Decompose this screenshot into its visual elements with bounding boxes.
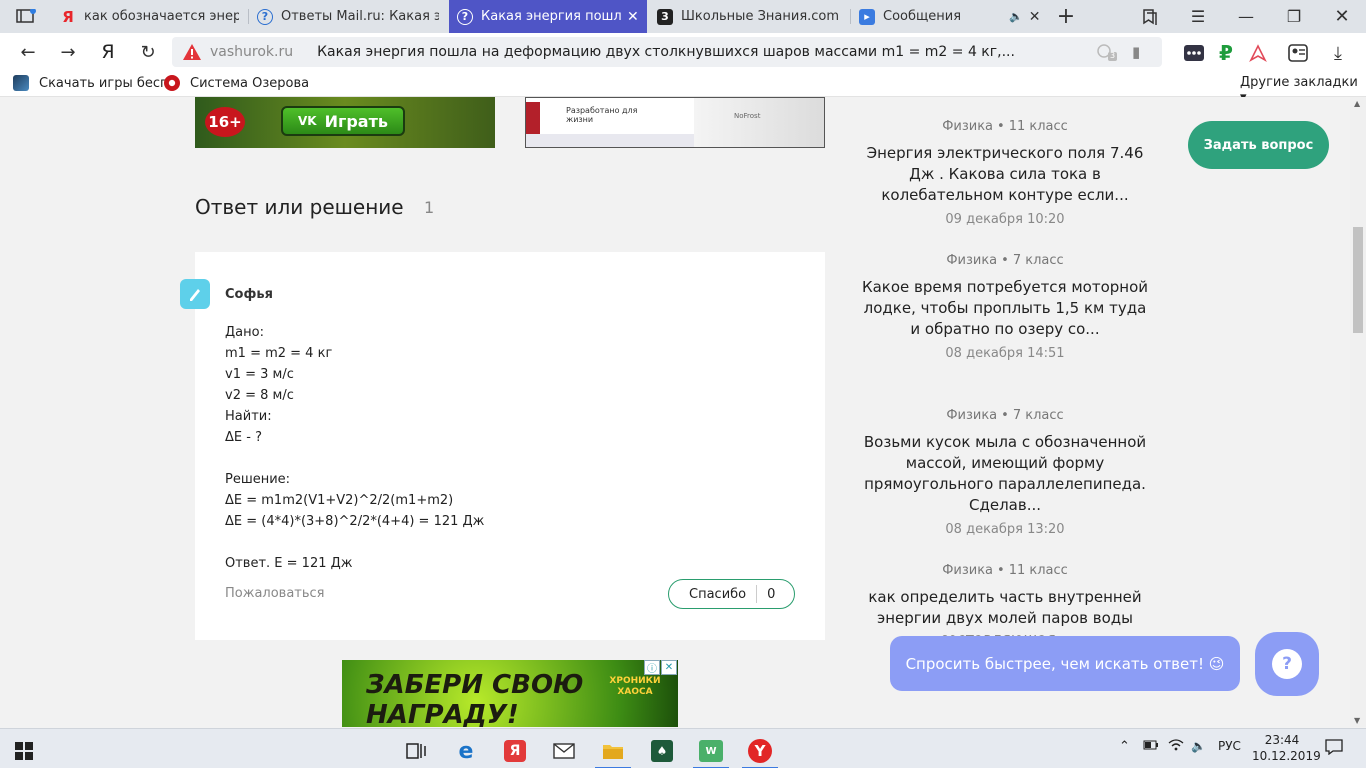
close-window-icon[interactable]: ✕ bbox=[1320, 0, 1364, 33]
notifications-icon[interactable] bbox=[1325, 739, 1343, 758]
chaos-chronicles-ad[interactable]: ЗАБЕРИ СВОЮ НАГРАДУ! ХРОНИКИ ХАОСА ⓘ ✕ bbox=[342, 660, 678, 727]
answer-author: Софья bbox=[225, 287, 273, 302]
menu-icon[interactable]: ☰ bbox=[1176, 0, 1220, 33]
solitaire-icon[interactable]: ♠ bbox=[640, 733, 684, 768]
bookmark-ozerov[interactable]: Система Озерова bbox=[164, 75, 309, 91]
language-indicator[interactable]: РУС bbox=[1218, 739, 1241, 753]
back-icon[interactable]: ← bbox=[16, 40, 40, 64]
messages-icon: ▸ bbox=[859, 8, 875, 25]
tab-znanija[interactable]: 3 Школьные Знания.com - Р bbox=[649, 0, 849, 33]
page-content: 16+ VK Играть Разработано для жизни NoFr… bbox=[0, 97, 1350, 727]
tab-current-question[interactable]: ? Какая энергия пошла на ✕ bbox=[449, 0, 647, 33]
tray-expand-icon[interactable]: ⌃ bbox=[1119, 739, 1130, 754]
bookmarks-bar: Скачать игры бесп Система Озерова Другие… bbox=[0, 71, 1366, 105]
tab-messages[interactable]: ▸ Сообщения 🔈 ✕ bbox=[851, 0, 1051, 33]
yandex-icon: Я bbox=[62, 7, 74, 26]
bosch-red-stripe bbox=[526, 102, 540, 134]
yandex-browser-icon[interactable]: Я bbox=[493, 733, 537, 768]
ask-faster-button[interactable]: Спросить быстрее, чем искать ответ! 😉 bbox=[890, 636, 1240, 691]
mail-icon[interactable] bbox=[542, 733, 586, 768]
vk-icon: VK bbox=[298, 114, 317, 128]
game-logo: ХРОНИКИ ХАОСА bbox=[609, 676, 661, 697]
related-question[interactable]: Физика • 11 класс как определить часть вну… bbox=[860, 563, 1150, 639]
question-icon: ? bbox=[1272, 649, 1302, 679]
question-icon: ? bbox=[457, 8, 473, 25]
extension-more-icon[interactable] bbox=[1182, 41, 1206, 65]
ozerov-bookmark-icon bbox=[164, 75, 180, 91]
edge-icon[interactable]: e bbox=[444, 733, 488, 768]
profile-extension-icon[interactable] bbox=[1286, 41, 1310, 65]
question-title[interactable]: Какое время потребуется моторной лодке, … bbox=[860, 277, 1150, 340]
question-title[interactable]: как определить часть внутренней энергии … bbox=[860, 587, 1150, 639]
thanks-count: 0 bbox=[767, 586, 776, 602]
sound-icon[interactable]: 🔈 bbox=[1009, 10, 1023, 23]
report-link[interactable]: Пожаловаться bbox=[225, 586, 325, 601]
thanks-button[interactable]: Спасибо 0 bbox=[668, 579, 795, 609]
url-field[interactable]: vashurok.ru Какая энергия пошла на дефор… bbox=[172, 37, 1162, 67]
answers-count: 1 bbox=[424, 198, 435, 217]
game-bookmark-icon bbox=[13, 75, 29, 91]
file-explorer-icon[interactable] bbox=[591, 733, 635, 768]
answer-card: Софья Дано: m1 = m2 = 4 кг v1 = 3 м/с v2… bbox=[180, 252, 825, 640]
game-ad-banner[interactable]: 16+ VK Играть bbox=[195, 97, 495, 148]
turbo-icon[interactable]: 3 bbox=[1096, 42, 1118, 62]
yandex-home-icon[interactable]: Я bbox=[96, 40, 120, 64]
tab-mail-answers[interactable]: ? Ответы Mail.ru: Какая энер bbox=[249, 0, 447, 33]
question-title[interactable]: Возьми кусок мыла с обозначенной массой,… bbox=[860, 432, 1150, 516]
age-rating-badge: 16+ bbox=[205, 107, 245, 137]
bookmark-icon[interactable]: ▮ bbox=[1132, 43, 1140, 61]
scroll-up-icon[interactable]: ▲ bbox=[1354, 99, 1360, 108]
yandex-taskbar-icon[interactable]: Y bbox=[738, 733, 782, 768]
bookmark-games[interactable]: Скачать игры бесп bbox=[13, 75, 169, 91]
znanija-icon: 3 bbox=[657, 8, 673, 25]
download-icon[interactable]: ⤓ bbox=[1326, 41, 1350, 65]
close-tab-icon[interactable]: ✕ bbox=[627, 9, 639, 25]
page-scrollbar[interactable]: ▲ ▼ bbox=[1350, 97, 1366, 727]
windows-taskbar: e Я ♠ W Y ⌃ 🔈 РУС 23:44 10.12.2019 bbox=[0, 728, 1366, 768]
close-tab-icon[interactable]: ✕ bbox=[1029, 9, 1041, 25]
related-question[interactable]: Физика • 7 класс Возьми кусок мыла с обозн… bbox=[860, 408, 1150, 537]
currency-extension-icon[interactable]: ₽ bbox=[1214, 41, 1238, 65]
task-view-icon[interactable] bbox=[394, 733, 438, 768]
bosch-ad-banner[interactable]: Разработано для жизни NoFrost bbox=[525, 97, 825, 148]
answer-text: Дано: m1 = m2 = 4 кг v1 = 3 м/с v2 = 8 м… bbox=[225, 325, 485, 571]
windows-start-icon[interactable] bbox=[2, 733, 46, 768]
ask-question-button[interactable]: Задать вопрос bbox=[1188, 121, 1329, 169]
question-icon: ? bbox=[257, 8, 273, 25]
forward-icon[interactable]: → bbox=[56, 40, 80, 64]
tab-bar: Я как обозначается энергия ? Ответы Mail… bbox=[0, 0, 1366, 33]
network-icon[interactable] bbox=[1168, 739, 1184, 754]
restore-icon[interactable]: ❐ bbox=[1272, 0, 1316, 33]
fridge-image: NoFrost bbox=[694, 98, 824, 147]
scroll-down-icon[interactable]: ▼ bbox=[1354, 716, 1360, 725]
related-question[interactable]: Физика • 7 класс Какое время потребуется м… bbox=[860, 253, 1150, 361]
rocket-extension-icon[interactable] bbox=[1246, 41, 1270, 65]
question-title[interactable]: Энергия электрического поля 7.46 Дж . Ка… bbox=[860, 143, 1150, 206]
tab-energy-notation[interactable]: Я как обозначается энергия bbox=[52, 0, 247, 33]
ad-info-icon[interactable]: ⓘ bbox=[644, 660, 660, 675]
avatar bbox=[180, 279, 210, 309]
page-title-in-url: Какая энергия пошла на деформацию двух с… bbox=[317, 44, 1015, 60]
question-date: 08 декабря 13:20 bbox=[945, 522, 1065, 537]
bookmarks-manager-icon[interactable] bbox=[1128, 0, 1172, 33]
clock[interactable]: 23:44 10.12.2019 bbox=[1252, 732, 1321, 764]
tabs-panel-icon[interactable] bbox=[8, 5, 44, 27]
question-date: 08 декабря 14:51 bbox=[945, 346, 1065, 361]
play-button[interactable]: VK Играть bbox=[281, 106, 405, 136]
address-bar: ← → Я ↻ vashurok.ru Какая энергия пошла … bbox=[0, 33, 1366, 71]
reload-icon[interactable]: ↻ bbox=[136, 40, 160, 64]
answers-heading: Ответ или решение bbox=[195, 195, 404, 219]
question-date: 09 декабря 10:20 bbox=[945, 212, 1065, 227]
ad-close-icon[interactable]: ✕ bbox=[661, 660, 677, 675]
help-chat-button[interactable]: ? bbox=[1255, 632, 1319, 696]
scroll-thumb[interactable] bbox=[1353, 227, 1363, 333]
minimize-icon[interactable]: — bbox=[1224, 0, 1268, 33]
new-tab-icon[interactable]: + bbox=[1044, 0, 1088, 33]
warning-icon[interactable] bbox=[182, 42, 202, 62]
related-question[interactable]: Физика • 11 класс Энергия электрического п… bbox=[860, 119, 1150, 227]
battery-icon[interactable] bbox=[1143, 739, 1159, 753]
word-game-icon[interactable]: W bbox=[689, 733, 733, 768]
url-host: vashurok.ru bbox=[210, 44, 294, 60]
volume-icon[interactable]: 🔈 bbox=[1191, 739, 1206, 753]
